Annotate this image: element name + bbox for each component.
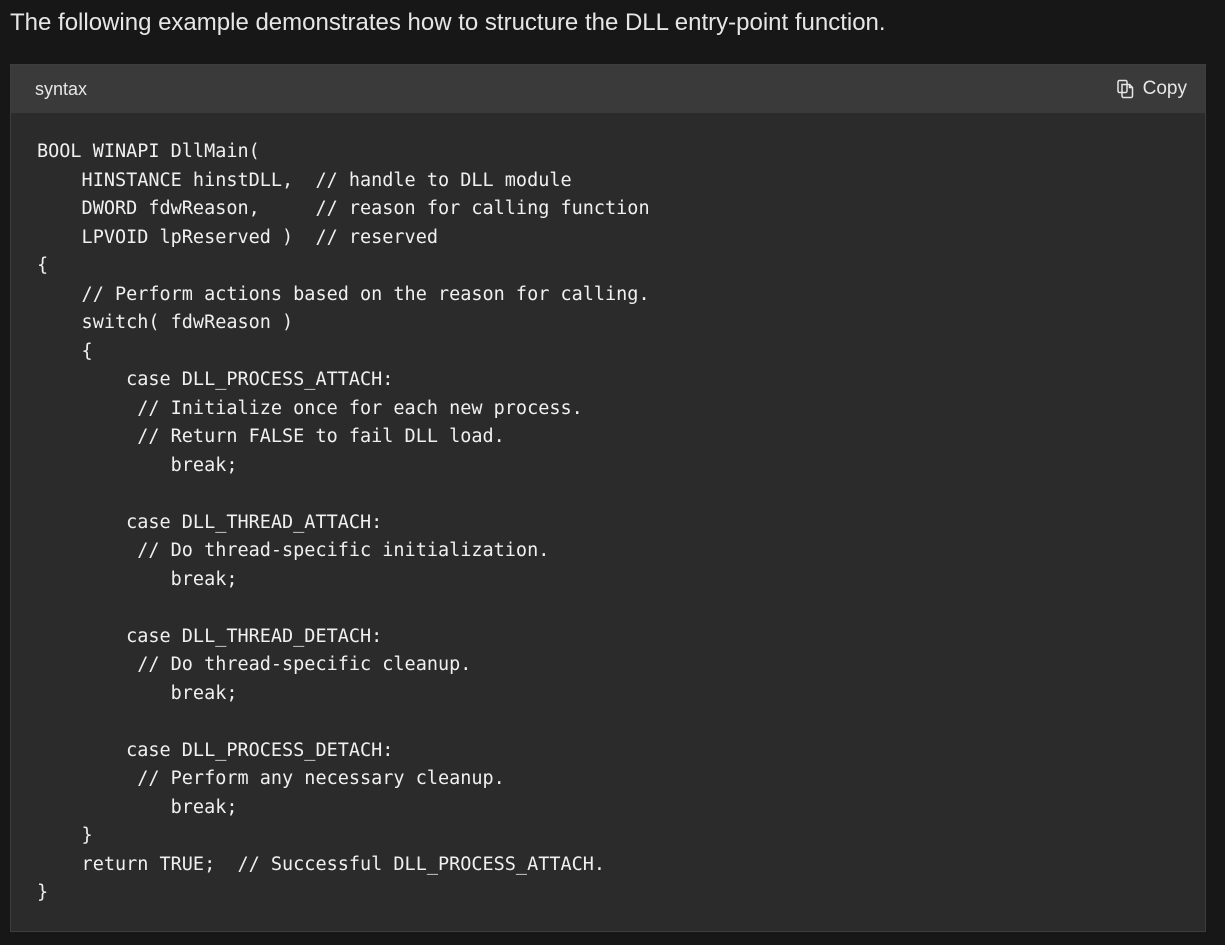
code-body: BOOL WINAPI DllMain( HINSTANCE hinstDLL,…: [37, 138, 650, 908]
code-line: break;: [37, 454, 238, 476]
copy-button[interactable]: Copy: [1115, 75, 1187, 103]
code-line: }: [37, 825, 93, 846]
code-line: {: [37, 255, 49, 276]
code-line: {: [37, 340, 93, 362]
code-line: BOOL WINAPI DllMain(: [37, 141, 260, 162]
code-line: case DLL_PROCESS_ATTACH:: [37, 369, 394, 390]
code-line: break;: [37, 682, 238, 704]
code-line: // Perform actions based on the reason f…: [37, 283, 650, 305]
code-line: // Do thread-specific cleanup.: [37, 654, 472, 675]
code-line: break;: [37, 568, 238, 590]
code-line: // Do thread-specific initialization.: [37, 540, 550, 561]
code-line: break;: [37, 796, 238, 818]
code-line: case DLL_THREAD_DETACH:: [37, 625, 383, 647]
code-line: // Perform any necessary cleanup.: [37, 768, 505, 789]
code-line: case DLL_THREAD_ATTACH:: [37, 511, 383, 533]
code-line: switch( fdwReason ): [37, 312, 294, 333]
code-line: case DLL_PROCESS_DETACH:: [37, 739, 394, 761]
code-line: return TRUE; // Successful DLL_PROCESS_A…: [37, 853, 606, 875]
code-block: syntax Copy BOOL WINAPI DllMain( HINSTAN…: [10, 64, 1206, 932]
code-line: // Return FALSE to fail DLL load.: [37, 426, 505, 447]
code-line: // Initialize once for each new process.: [37, 397, 583, 419]
code-line: LPVOID lpReserved ) // reserved: [37, 226, 438, 248]
copy-label: Copy: [1142, 78, 1187, 99]
intro-text: The following example demonstrates how t…: [10, 9, 886, 36]
code-line: HINSTANCE hinstDLL, // handle to DLL mod…: [37, 169, 572, 191]
code-line: }: [37, 882, 49, 903]
code-line: DWORD fdwReason, // reason for calling f…: [37, 198, 650, 219]
code-language-label: syntax: [35, 79, 88, 99]
copy-icon: [1115, 79, 1135, 99]
code-header: syntax Copy: [11, 65, 1205, 113]
